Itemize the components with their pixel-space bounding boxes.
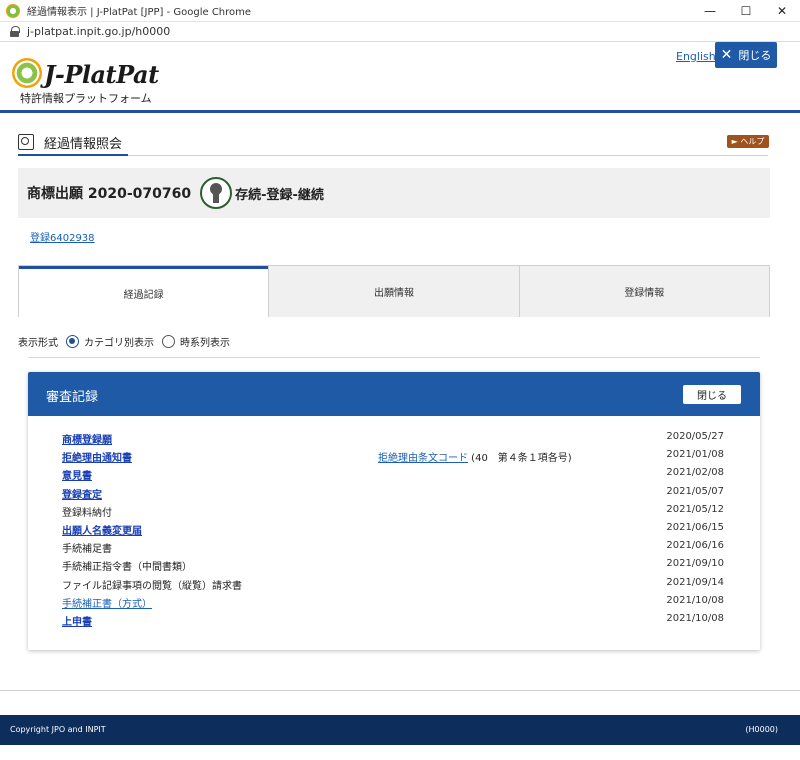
record-date: 2021/10/08 xyxy=(666,594,724,606)
list-item: 登録査定 2021/05/07 xyxy=(28,484,760,502)
logo-subtitle: 特許情報プラットフォーム xyxy=(20,92,152,105)
reason-code-text: (40 第４条１項各号) xyxy=(468,453,572,465)
window-close-button[interactable]: ✕ xyxy=(764,0,800,22)
header-divider xyxy=(0,110,800,113)
record-card-title: 審査記録 xyxy=(46,390,99,405)
lock-icon xyxy=(10,26,20,37)
address-bar[interactable]: j-platpat.inpit.go.jp/h0000 xyxy=(0,22,800,42)
header-close-button[interactable]: ✕ 閉じる xyxy=(715,42,777,68)
record-name[interactable]: 拒絶理由通知書 xyxy=(62,449,132,464)
list-item: 商標登録願 2020/05/27 xyxy=(28,429,760,447)
record-card-header: 審査記録 閉じる xyxy=(28,372,760,416)
list-item: 意見書 2021/02/08 xyxy=(28,465,760,483)
tab-registration-info[interactable]: 登録情報 xyxy=(518,266,769,317)
logo[interactable]: J-PlatPat xyxy=(44,60,159,89)
help-button[interactable]: ► ヘルプ xyxy=(727,135,769,148)
minimize-button[interactable]: — xyxy=(692,0,728,22)
url-text[interactable]: j-platpat.inpit.go.jp/h0000 xyxy=(27,25,170,38)
list-item: ファイル記録事項の閲覧（縦覧）請求書 2021/09/14 xyxy=(28,575,760,593)
radio-chronological-view[interactable] xyxy=(162,334,175,348)
list-item: 手続補足書 2021/06/16 xyxy=(28,538,760,556)
copyright-text: Copyright JPO and INPIT xyxy=(10,725,106,734)
case-summary: 商標出願 2020-070760 存続-登録-継続 xyxy=(18,168,770,218)
record-date: 2020/05/27 xyxy=(666,431,724,442)
page-title-text: 経過情報照会 xyxy=(44,136,123,152)
record-name: ファイル記録事項の閲覧（縦覧）請求書 xyxy=(62,580,242,592)
window-controls: — ☐ ✕ xyxy=(692,0,800,22)
list-item: 登録料納付 2021/05/12 xyxy=(28,502,760,520)
list-item: 拒絶理由通知書 拒絶理由条文コード (40 第４条１項各号) 2021/01/0… xyxy=(28,447,760,465)
english-link[interactable]: English xyxy=(676,50,716,63)
reason-code: 拒絶理由条文コード (40 第４条１項各号) xyxy=(378,449,572,464)
record-name[interactable]: 上申書 xyxy=(62,613,92,628)
record-date: 2021/06/15 xyxy=(666,521,724,533)
list-item: 上申書 2021/10/08 xyxy=(28,611,760,629)
page-title-divider xyxy=(18,155,768,156)
search-document-icon xyxy=(18,134,34,150)
case-status: 存続-登録-継続 xyxy=(235,187,324,203)
record-date: 2021/06/16 xyxy=(666,540,724,552)
display-format: 表示形式 カテゴリ別表示 時系列表示 xyxy=(18,332,230,350)
footer-divider xyxy=(0,690,800,691)
header-close-label: 閉じる xyxy=(738,49,772,62)
record-name: 手続補足書 xyxy=(62,544,112,556)
display-format-label: 表示形式 xyxy=(18,337,58,349)
record-date: 2021/05/07 xyxy=(666,485,724,497)
tab-application-info[interactable]: 出願情報 xyxy=(268,266,519,317)
case-title: 商標出願 2020-070760 xyxy=(27,186,192,202)
registered-badge-icon xyxy=(200,177,233,209)
info-tabs: 経過記録 出願情報 登録情報 xyxy=(18,265,770,317)
record-name[interactable]: 登録査定 xyxy=(62,486,102,501)
record-date: 2021/09/10 xyxy=(666,558,724,570)
radio-category-view[interactable] xyxy=(66,334,79,348)
record-name[interactable]: 手続補正書（方式） xyxy=(62,595,152,610)
tab-progress-record[interactable]: 経過記録 xyxy=(19,266,269,317)
close-icon: ✕ xyxy=(720,47,733,63)
record-date: 2021/10/08 xyxy=(666,612,724,624)
screen-code: (H0000) xyxy=(745,725,778,734)
record-date: 2021/09/14 xyxy=(666,576,724,588)
window-titlebar: 経過情報表示 | J-PlatPat [JPP] - Google Chrome… xyxy=(0,0,800,22)
page-title: 経過情報照会 xyxy=(18,128,122,156)
maximize-button[interactable]: ☐ xyxy=(728,0,764,22)
record-close-button[interactable]: 閉じる xyxy=(683,385,741,404)
examination-record-card: 審査記録 閉じる 商標登録願 2020/05/27 拒絶理由通知書 拒絶理由条文… xyxy=(28,372,760,650)
record-name: 手続補正指令書（中間書類） xyxy=(62,562,192,574)
logo-icon xyxy=(12,58,42,88)
page-title-accent xyxy=(18,154,128,156)
record-name[interactable]: 商標登録願 xyxy=(62,431,112,446)
record-name[interactable]: 出願人名義変更届 xyxy=(62,522,142,537)
radio-category-label[interactable]: カテゴリ別表示 xyxy=(84,334,154,349)
site-footer: Copyright JPO and INPIT (H0000) xyxy=(0,715,800,745)
radio-chronological-label[interactable]: 時系列表示 xyxy=(180,334,230,349)
site-header: J-PlatPat 特許情報プラットフォーム English ✕ 閉じる xyxy=(0,42,800,112)
list-item: 手続補正書（方式） 2021/10/08 xyxy=(28,593,760,611)
list-item: 出願人名義変更届 2021/06/15 xyxy=(28,520,760,538)
reason-code-link[interactable]: 拒絶理由条文コード xyxy=(378,453,468,464)
record-list: 商標登録願 2020/05/27 拒絶理由通知書 拒絶理由条文コード (40 第… xyxy=(28,429,760,629)
record-date: 2021/02/08 xyxy=(666,467,724,479)
record-name[interactable]: 意見書 xyxy=(62,467,92,482)
format-divider xyxy=(28,357,760,358)
list-item: 手続補正指令書（中間書類） 2021/09/10 xyxy=(28,556,760,574)
registration-number-link[interactable]: 登録6402938 xyxy=(30,229,95,244)
record-date: 2021/01/08 xyxy=(666,449,724,461)
record-name: 登録料納付 xyxy=(62,507,112,519)
window-title: 経過情報表示 | J-PlatPat [JPP] - Google Chrome xyxy=(27,7,252,18)
record-date: 2021/05/12 xyxy=(666,503,724,515)
favicon-icon xyxy=(6,3,20,18)
